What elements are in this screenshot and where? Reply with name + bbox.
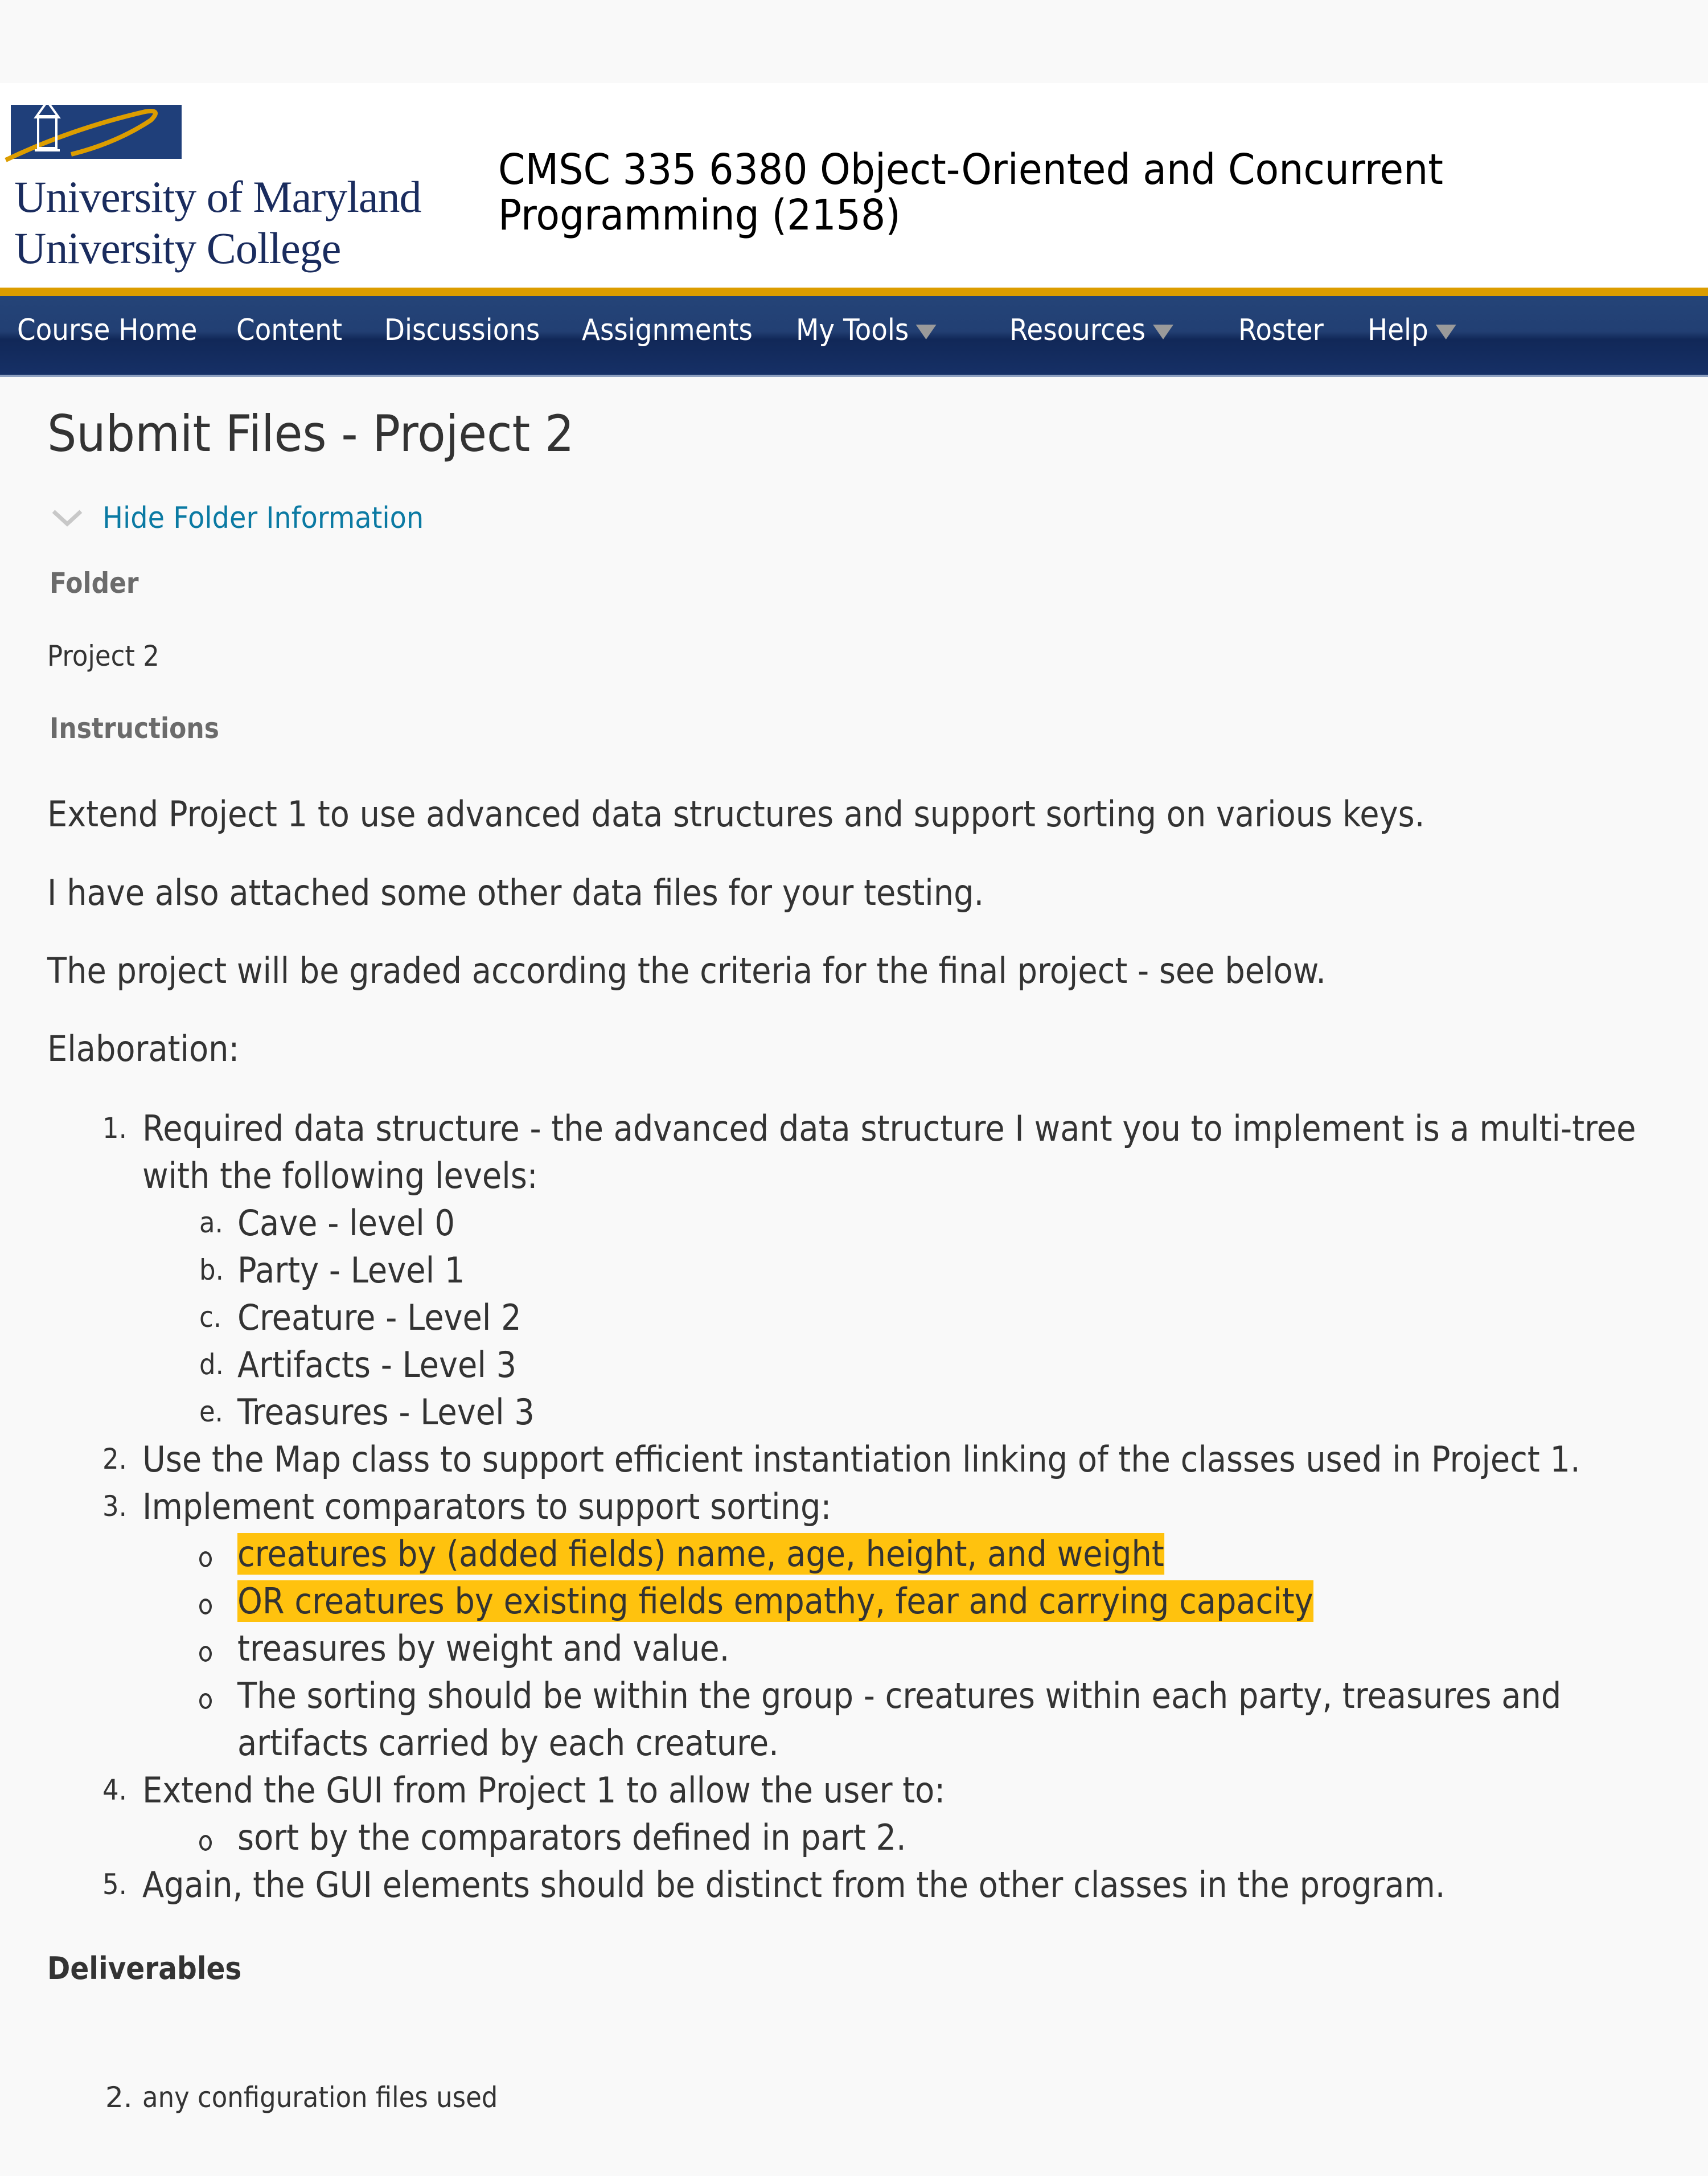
sublist-item: artifacts carried by each creature. bbox=[237, 1722, 779, 1764]
nav-course-home[interactable]: Course Home bbox=[17, 313, 197, 347]
caret-down-icon bbox=[915, 325, 937, 339]
page-title: Submit Files - Project 2 bbox=[47, 404, 574, 463]
sublist-marker: d. bbox=[199, 1348, 224, 1381]
list-marker: 5. bbox=[102, 1868, 127, 1901]
nav-label: Resources bbox=[1009, 313, 1146, 347]
folder-value: Project 2 bbox=[47, 640, 159, 673]
list-marker: 3. bbox=[102, 1490, 127, 1523]
instruction-paragraph: Elaboration: bbox=[47, 1028, 240, 1069]
sublist-item: Artifacts - Level 3 bbox=[237, 1344, 517, 1386]
nav-label: Roster bbox=[1238, 313, 1324, 347]
deliverable-item: any configuration files used bbox=[142, 2081, 498, 2114]
sublist-item: OR creatures by existing fields empathy,… bbox=[237, 1577, 1313, 1625]
instruction-paragraph: I have also attached some other data fil… bbox=[47, 872, 984, 913]
logo-swoosh-icon bbox=[5, 90, 158, 162]
nav-resources[interactable]: Resources bbox=[1009, 313, 1173, 347]
sublist-item: Treasures - Level 3 bbox=[237, 1391, 535, 1433]
list-marker: 2. bbox=[102, 1443, 127, 1476]
sublist-item: sort by the comparators defined in part … bbox=[237, 1817, 906, 1858]
folder-label: Folder bbox=[50, 567, 139, 600]
logo-text-line1: University of Maryland bbox=[14, 172, 422, 222]
nav-label: Content bbox=[236, 313, 343, 347]
list-marker: 1. bbox=[102, 1112, 127, 1145]
caret-down-icon bbox=[1435, 325, 1456, 339]
bullet-circle-icon bbox=[199, 1646, 212, 1662]
bullet-circle-icon bbox=[199, 1551, 212, 1567]
course-navbar: Course Home Content Discussions Assignme… bbox=[0, 296, 1708, 377]
instruction-paragraph: Extend Project 1 to use advanced data st… bbox=[47, 793, 1425, 835]
university-logo[interactable]: University of Maryland University Colleg… bbox=[3, 89, 424, 282]
highlighted-text: OR creatures by existing fields empathy,… bbox=[237, 1580, 1313, 1622]
sublist-item: Party - Level 1 bbox=[237, 1249, 465, 1291]
highlighted-text: creatures by (added fields) name, age, h… bbox=[237, 1533, 1164, 1575]
list-item-text: with the following levels: bbox=[142, 1155, 538, 1196]
sublist-marker: b. bbox=[199, 1253, 224, 1286]
top-band bbox=[0, 0, 1708, 83]
hide-folder-info-link[interactable]: Hide Folder Information bbox=[102, 500, 424, 536]
list-item-text: Extend the GUI from Project 1 to allow t… bbox=[142, 1769, 946, 1811]
nav-label: Course Home bbox=[17, 313, 198, 347]
instructions-label: Instructions bbox=[50, 712, 219, 745]
sublist-marker: c. bbox=[199, 1301, 222, 1334]
list-item-text: Use the Map class to support efficient i… bbox=[142, 1439, 1580, 1480]
chevron-down-icon bbox=[52, 510, 83, 527]
caret-down-icon bbox=[1152, 325, 1173, 339]
gold-accent-bar bbox=[0, 288, 1708, 296]
nav-label: Help bbox=[1368, 313, 1428, 347]
nav-discussions[interactable]: Discussions bbox=[384, 313, 540, 347]
list-marker: 4. bbox=[102, 1773, 127, 1806]
sublist-item: Cave - level 0 bbox=[237, 1202, 455, 1244]
list-item-text: Implement comparators to support sorting… bbox=[142, 1486, 832, 1527]
list-item-text: Again, the GUI elements should be distin… bbox=[142, 1864, 1446, 1905]
sublist-item: creatures by (added fields) name, age, h… bbox=[237, 1530, 1164, 1577]
nav-my-tools[interactable]: My Tools bbox=[796, 313, 937, 347]
nav-help[interactable]: Help bbox=[1368, 313, 1456, 347]
sublist-marker: a. bbox=[199, 1206, 223, 1239]
bullet-circle-icon bbox=[199, 1835, 212, 1851]
bullet-circle-icon bbox=[199, 1693, 212, 1709]
bullet-circle-icon bbox=[199, 1599, 212, 1614]
sublist-item: treasures by weight and value. bbox=[237, 1628, 730, 1669]
nav-label: My Tools bbox=[796, 313, 909, 347]
nav-label: Discussions bbox=[384, 313, 540, 347]
logo-text-line2: University College bbox=[14, 223, 341, 273]
nav-assignments[interactable]: Assignments bbox=[582, 313, 753, 347]
deliverable-marker: 2. bbox=[105, 2081, 133, 2114]
site-header: University of Maryland University Colleg… bbox=[0, 83, 1708, 288]
sublist-item: The sorting should be within the group -… bbox=[237, 1675, 1562, 1716]
nav-label: Assignments bbox=[582, 313, 753, 347]
course-title[interactable]: CMSC 335 6380 Object-Oriented and Concur… bbox=[498, 147, 1493, 238]
deliverables-heading: Deliverables bbox=[47, 1950, 242, 1986]
sublist-item: Creature - Level 2 bbox=[237, 1297, 522, 1338]
nav-content[interactable]: Content bbox=[236, 313, 342, 347]
nav-roster[interactable]: Roster bbox=[1238, 313, 1324, 347]
list-item-text: Required data structure - the advanced d… bbox=[142, 1108, 1636, 1149]
instruction-paragraph: The project will be graded according the… bbox=[47, 950, 1326, 991]
sublist-marker: e. bbox=[199, 1395, 223, 1428]
